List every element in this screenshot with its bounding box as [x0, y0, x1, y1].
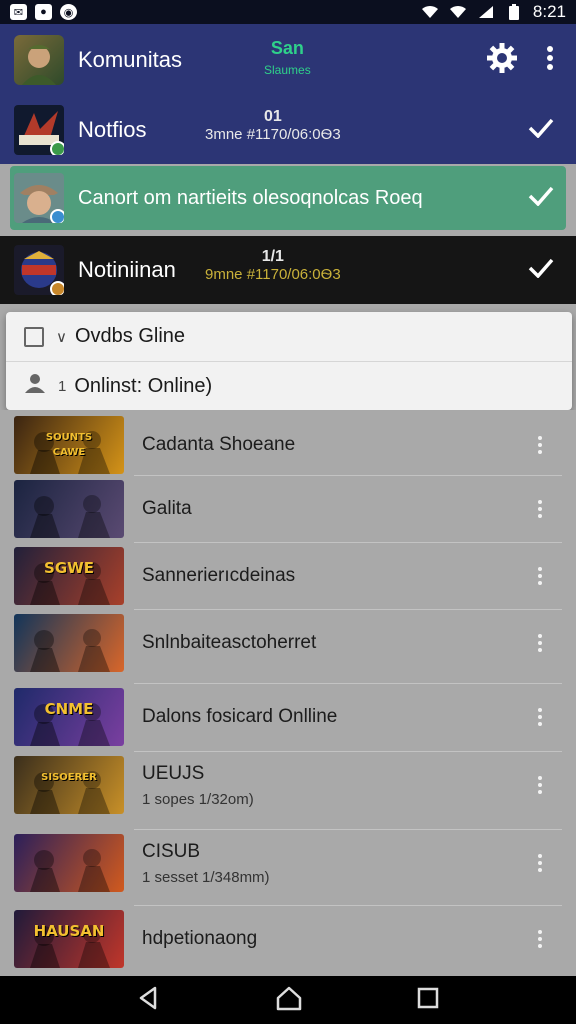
game-thumbnail	[14, 614, 124, 672]
recents-icon[interactable]	[417, 987, 439, 1014]
more-vert-icon[interactable]	[538, 776, 542, 794]
wifi-icon	[449, 4, 467, 20]
status-badge	[50, 281, 64, 295]
game-title: Galita	[142, 498, 192, 519]
app-icon: ◉	[60, 4, 77, 20]
status-badge	[50, 209, 64, 223]
more-vert-icon[interactable]	[538, 436, 542, 454]
conversation-label: Notiniinan	[78, 257, 176, 282]
conversation-thumbnail	[14, 245, 64, 295]
game-logo-text: HAUSAN	[33, 922, 105, 940]
battery-icon	[505, 4, 523, 20]
more-vert-icon[interactable]	[538, 567, 542, 585]
more-vert-icon[interactable]	[538, 930, 542, 948]
check-icon[interactable]	[528, 258, 554, 283]
game-list-item[interactable]: CISUB 1 sesset 1/348mm)	[0, 830, 576, 896]
menu-item-label: Onlinst: Online)	[74, 374, 213, 397]
game-logo-text: SISOERER	[41, 772, 97, 783]
more-vert-icon[interactable]	[546, 45, 554, 76]
game-thumbnail: SOUNTS CAWE	[14, 416, 124, 474]
game-logo-text: SOUNTS CAWE	[45, 432, 93, 458]
game-thumbnail	[14, 834, 124, 892]
more-vert-icon[interactable]	[538, 854, 542, 872]
back-icon[interactable]	[137, 986, 161, 1015]
game-title: hdpetionaong	[142, 928, 258, 949]
home-icon[interactable]	[275, 985, 303, 1016]
app-subtitle: San Slaumes	[264, 38, 311, 77]
game-list: SOUNTS CAWE Cadanta Shoeane Galita SGWE Sann…	[0, 410, 576, 976]
more-vert-icon[interactable]	[538, 634, 542, 652]
game-list-item[interactable]: Galita	[0, 476, 576, 542]
status-bar: ✉ ● ◉ 8:21	[0, 0, 576, 24]
status-badge	[50, 141, 64, 155]
clock: 8:21	[532, 2, 566, 21]
checkbox[interactable]	[24, 326, 44, 347]
person-icon	[24, 372, 46, 400]
game-logo-text: SGWE	[44, 559, 94, 577]
game-subtitle: 1 sesset 1/348mm)	[142, 868, 270, 886]
gear-icon[interactable]	[486, 42, 518, 79]
menu-item-groups[interactable]: ∨ Ovdbs Gline	[6, 312, 572, 361]
wifi-icon	[421, 4, 439, 20]
game-thumbnail	[14, 480, 124, 538]
chevron-down-icon: ∨	[56, 328, 67, 346]
conversation-meta: 01 3mne #1170/06:0Ѳ3	[205, 108, 341, 143]
community-avatar[interactable]	[14, 35, 64, 85]
game-list-item[interactable]: CNME Dalons fosicard Onlline	[0, 684, 576, 750]
app-bar: Komunitas San Slaumes	[0, 24, 576, 96]
signal-icon	[477, 4, 495, 20]
game-list-item[interactable]: SISOERER UEUJS 1 sopes 1/32om)	[0, 752, 576, 818]
filter-menu: ∨ Ovdbs Gline 1 Onlinst: Online)	[6, 312, 572, 410]
conversation-meta: 1/1 9mne #1170/06:0Ѳ3	[205, 248, 341, 283]
game-icon: ●	[35, 4, 52, 20]
game-list-item[interactable]: SGWE Sannerierıcdeinas	[0, 543, 576, 609]
check-icon[interactable]	[528, 118, 554, 143]
conversation-row[interactable]: Notiniinan 1/1 9mne #1170/06:0Ѳ3	[0, 236, 576, 304]
navigation-bar	[0, 976, 576, 1024]
more-vert-icon[interactable]	[538, 500, 542, 518]
game-list-item[interactable]: HAUSAN hdpetionaong	[0, 906, 576, 972]
game-title: Dalons fosicard Onlline	[142, 706, 338, 727]
app-title: Komunitas	[78, 47, 182, 72]
game-thumbnail: SISOERER	[14, 756, 124, 814]
game-list-item[interactable]: SOUNTS CAWE Cadanta Shoeane	[0, 412, 576, 478]
menu-item-online[interactable]: 1 Onlinst: Online)	[6, 361, 572, 410]
game-title: Sannerierıcdeinas	[142, 565, 296, 586]
conversation-label: Canort om nartieits olesoqnolcas Roeq	[78, 186, 423, 209]
game-title: Cadanta Shoeane	[142, 434, 296, 455]
menu-item-label: Ovdbs Gline	[74, 325, 186, 347]
check-icon[interactable]	[528, 186, 554, 211]
game-subtitle: 1 sopes 1/32om)	[142, 790, 254, 808]
more-vert-icon[interactable]	[538, 708, 542, 726]
conversation-row[interactable]: Notfios 01 3mne #1170/06:0Ѳ3	[0, 96, 576, 164]
messenger-icon: ✉	[10, 4, 27, 20]
conversation-thumbnail	[14, 173, 64, 223]
game-list-item[interactable]: Snlnbaiteasctoherret	[0, 610, 576, 676]
game-title: CISUB	[142, 840, 201, 862]
conversation-label: Notfios	[78, 117, 147, 142]
conversation-thumbnail	[14, 105, 64, 155]
game-thumbnail: HAUSAN	[14, 910, 124, 968]
game-title: Snlnbaiteasctoherret	[142, 632, 317, 653]
conversation-row-selected[interactable]: Canort om nartieits olesoqnolcas Roeq	[10, 166, 566, 230]
game-thumbnail: CNME	[14, 688, 124, 746]
game-thumbnail: SGWE	[14, 547, 124, 605]
game-title: UEUJS	[142, 762, 205, 784]
game-logo-text: CNME	[44, 700, 94, 718]
